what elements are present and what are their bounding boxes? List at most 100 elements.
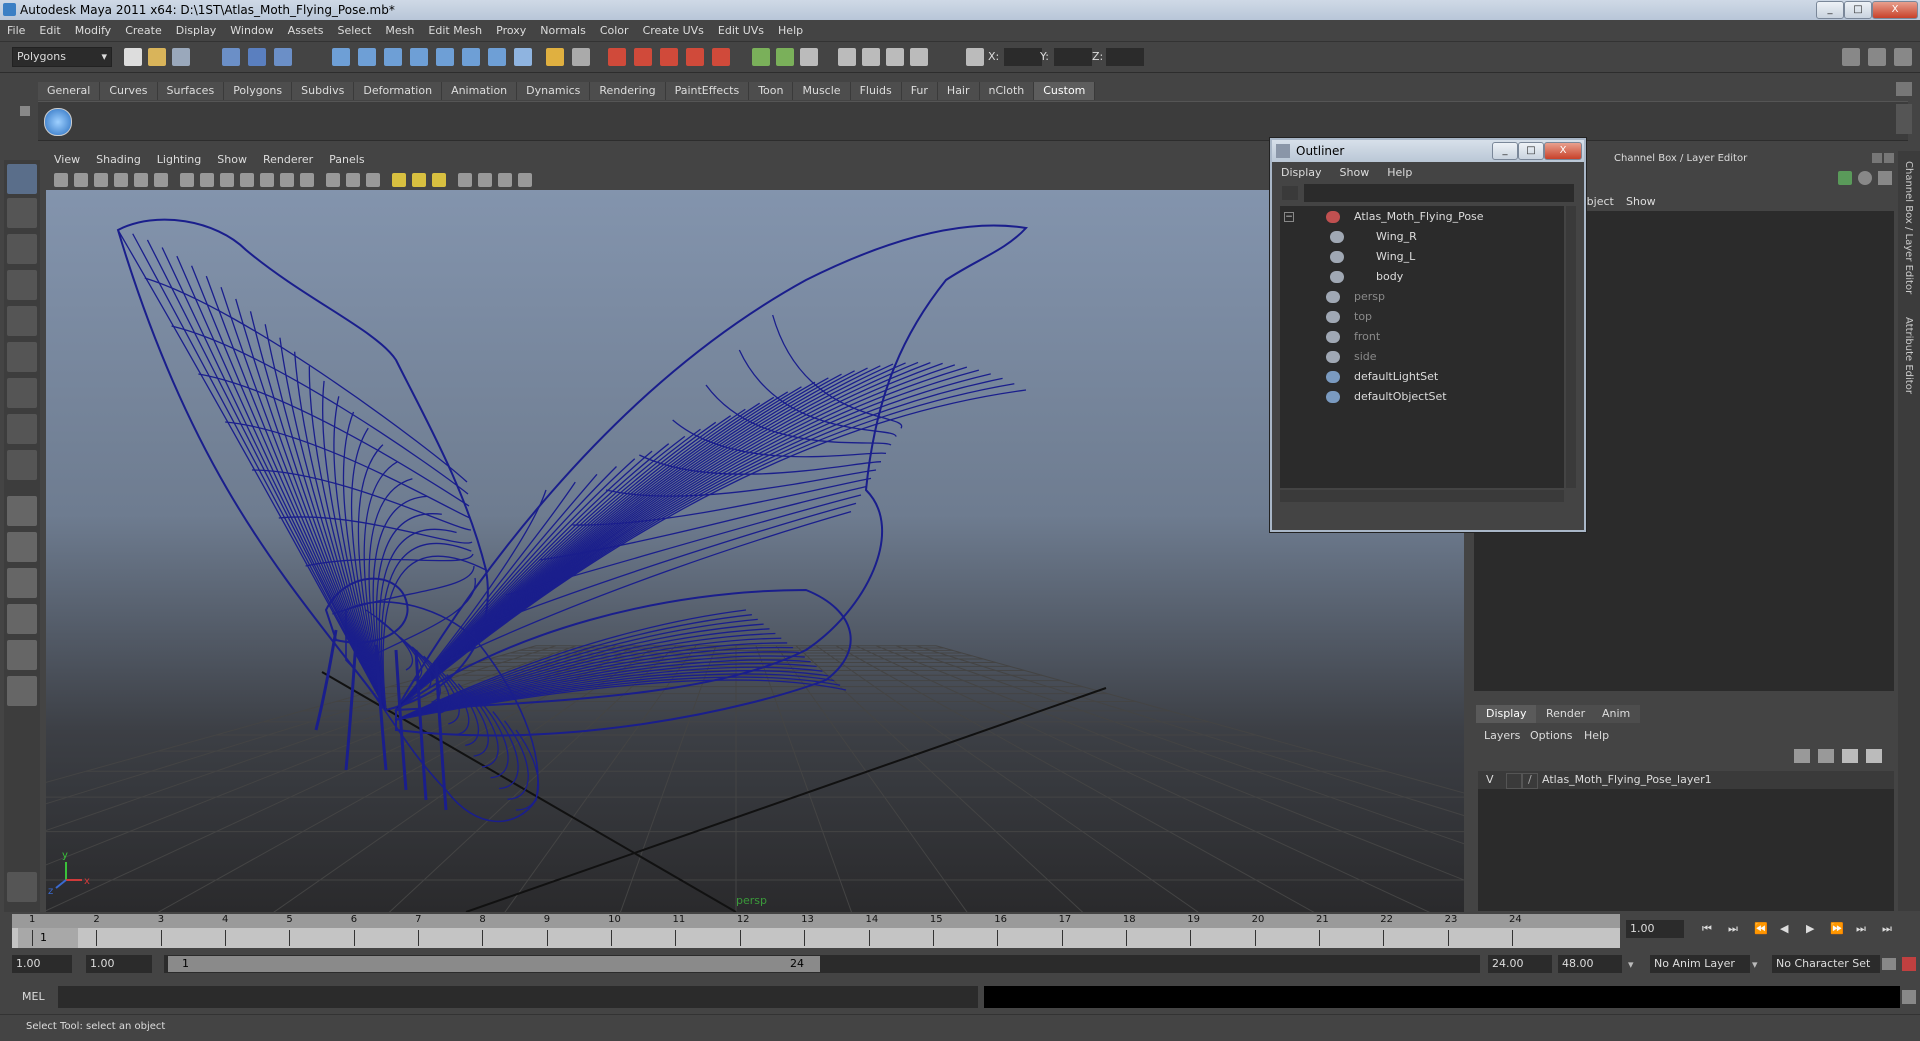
lock-channel-icon[interactable] — [1858, 171, 1872, 185]
character-set-dropdown[interactable]: No Character Set — [1772, 955, 1880, 973]
shadows-icon[interactable] — [432, 173, 446, 187]
last-tool-icon[interactable] — [7, 450, 37, 480]
shelf-tab-curves[interactable]: Curves — [100, 82, 158, 100]
attribute-editor-toggle-icon[interactable] — [1842, 48, 1860, 66]
current-frame-marker[interactable]: 1 — [18, 928, 78, 948]
xray-icon[interactable] — [478, 173, 492, 187]
xray-joints-icon[interactable] — [498, 173, 512, 187]
menu-assets[interactable]: Assets — [281, 20, 331, 41]
transform-mode-icon[interactable] — [966, 48, 984, 66]
anim-layer-dropdown[interactable]: No Anim Layer — [1650, 955, 1750, 973]
shelf-menu-handle[interactable] — [18, 80, 32, 140]
menu-file[interactable]: File — [0, 20, 32, 41]
outliner-item[interactable]: defaultObjectSet — [1280, 388, 1564, 406]
tool-settings-toggle-icon[interactable] — [1868, 48, 1886, 66]
move-layer-down-icon[interactable] — [1818, 749, 1834, 763]
shelf-tab-fur[interactable]: Fur — [901, 82, 938, 100]
render-current-icon[interactable] — [608, 48, 626, 66]
outliner-item[interactable]: side — [1280, 348, 1564, 366]
viewport-menu-panels[interactable]: Panels — [321, 151, 372, 169]
layer-menu-options[interactable]: Options — [1530, 729, 1572, 742]
menu-modify[interactable]: Modify — [68, 20, 118, 41]
auto-key-icon[interactable] — [1882, 958, 1896, 970]
rotate-tool-icon[interactable] — [7, 306, 37, 336]
construction-history-icon[interactable] — [752, 48, 770, 66]
shelf-tab-muscle[interactable]: Muscle — [793, 82, 851, 100]
range-handle[interactable]: 1 24 — [168, 956, 820, 972]
paint-select-tool-icon[interactable] — [7, 234, 37, 264]
snap-point-icon[interactable] — [384, 48, 402, 66]
y-field[interactable] — [1054, 48, 1092, 66]
soft-mod-tool-icon[interactable] — [7, 414, 37, 444]
lasso-tool-icon[interactable] — [7, 198, 37, 228]
snap-grid-icon[interactable] — [332, 48, 350, 66]
end-time-field[interactable]: 48.00 — [1558, 955, 1622, 973]
field-chart-icon[interactable] — [260, 173, 274, 187]
shelf-tab-animation[interactable]: Animation — [442, 82, 518, 100]
snap-surface-icon[interactable] — [436, 48, 454, 66]
camera-attributes-icon[interactable] — [74, 173, 88, 187]
menu-proxy[interactable]: Proxy — [489, 20, 533, 41]
channel-box-toggle-icon[interactable] — [1894, 48, 1912, 66]
isolate-select-icon[interactable] — [458, 173, 472, 187]
menu-normals[interactable]: Normals — [533, 20, 593, 41]
new-layer-selected-icon[interactable] — [1866, 749, 1882, 763]
gate-mask-icon[interactable] — [240, 173, 254, 187]
close-button[interactable]: X — [1872, 1, 1918, 19]
uv-editor-icon[interactable] — [838, 48, 856, 66]
menu-set-dropdown[interactable]: Polygons ▾ — [12, 47, 112, 67]
grease-pencil-icon[interactable] — [154, 173, 168, 187]
layer-menu-help[interactable]: Help — [1584, 729, 1609, 742]
history-icon[interactable] — [488, 48, 506, 66]
z-field[interactable] — [1106, 48, 1144, 66]
step-forward-frame-icon[interactable]: ⏩ — [1830, 922, 1844, 935]
pin-icon[interactable] — [1878, 171, 1892, 185]
x-field[interactable] — [1004, 48, 1042, 66]
layer-row[interactable]: V / Atlas_Moth_Flying_Pose_layer1 — [1478, 771, 1894, 789]
close-panel-icon[interactable] — [1884, 153, 1894, 163]
maximize-button[interactable]: □ — [1844, 1, 1872, 19]
shelf-tab-deformation[interactable]: Deformation — [354, 82, 443, 100]
shelf-tab-hair[interactable]: Hair — [937, 82, 980, 100]
default-light-icon[interactable] — [392, 173, 406, 187]
safe-action-icon[interactable] — [280, 173, 294, 187]
shelf-tab-polygons[interactable]: Polygons — [224, 82, 293, 100]
four-view-layout-icon[interactable] — [7, 532, 37, 562]
time-slider[interactable]: 1 2 3 4 5 6 7 8 9 10 11 12 13 14 15 16 17 18 19 20 21 22 23 24 … — [12, 914, 1620, 948]
input-ops-icon[interactable] — [572, 48, 590, 66]
checkmark-icon[interactable] — [44, 108, 72, 136]
all-lights-icon[interactable] — [412, 173, 426, 187]
select-by-component-icon[interactable] — [274, 48, 292, 66]
menu-select[interactable]: Select — [330, 20, 378, 41]
shelf-tab-subdivs[interactable]: Subdivs — [292, 82, 355, 100]
outliner-menu-show[interactable]: Show — [1331, 164, 1379, 182]
menu-display[interactable]: Display — [169, 20, 224, 41]
mel-command-input[interactable] — [58, 986, 978, 1008]
menu-help[interactable]: Help — [771, 20, 810, 41]
menu-edit[interactable]: Edit — [32, 20, 67, 41]
channel-box-menu-show[interactable]: Show — [1626, 195, 1656, 208]
grid-icon[interactable] — [180, 173, 194, 187]
animation-preferences-icon[interactable] — [1902, 957, 1916, 971]
step-forward-key-icon[interactable]: ⏭ — [1856, 922, 1866, 936]
outliner-item[interactable]: Atlas_Moth_Flying_Pose − — [1280, 208, 1564, 226]
perspective-viewport[interactable]: persp y x z — [46, 190, 1464, 912]
viewport-menu-renderer[interactable]: Renderer — [255, 151, 321, 169]
menu-create[interactable]: Create — [118, 20, 169, 41]
viewport-menu-lighting[interactable]: Lighting — [149, 151, 209, 169]
camera-select-icon[interactable] — [54, 173, 68, 187]
outliner-item[interactable]: front — [1280, 328, 1564, 346]
step-back-frame-icon[interactable]: ⏪ — [1754, 922, 1768, 935]
outliner-vertical-scrollbar[interactable] — [1566, 206, 1576, 488]
start-range-field[interactable]: 1.00 — [86, 955, 152, 973]
shelf-tab-custom[interactable]: Custom — [1034, 82, 1096, 100]
symmetry-icon[interactable] — [776, 48, 794, 66]
float-icon[interactable] — [1872, 153, 1882, 163]
shelf-scroll-icon[interactable] — [1896, 82, 1912, 96]
scale-tool-icon[interactable] — [7, 342, 37, 372]
snap-view-icon[interactable] — [462, 48, 480, 66]
snap-curve-icon[interactable] — [358, 48, 376, 66]
smooth-shade-icon[interactable] — [346, 173, 360, 187]
menu-create-uvs[interactable]: Create UVs — [636, 20, 711, 41]
script-editor-icon[interactable] — [1902, 990, 1916, 1004]
